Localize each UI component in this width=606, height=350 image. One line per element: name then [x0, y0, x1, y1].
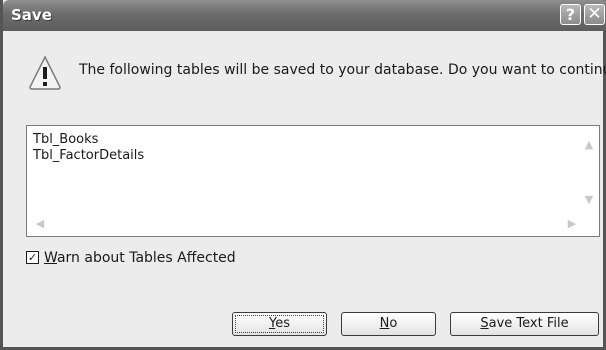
dialog-message: The following tables will be saved to yo… [79, 62, 606, 78]
help-button[interactable]: ? [560, 4, 581, 25]
dialog-title: Save [11, 6, 52, 24]
warning-icon [29, 55, 61, 90]
no-button[interactable]: No [341, 312, 436, 336]
scroll-left-icon[interactable]: ◀ [33, 217, 47, 231]
yes-button[interactable]: Yes [232, 312, 327, 336]
title-bar[interactable]: Save ? ✕ [3, 0, 606, 31]
warn-tables-checkbox[interactable]: ✓ [26, 251, 39, 264]
warn-tables-label[interactable]: Warn about Tables Affected [44, 250, 236, 266]
list-item[interactable]: Tbl_FactorDetails [33, 148, 144, 163]
tables-listbox[interactable]: Tbl_Books Tbl_FactorDetails ▲ ▼ ◀ ▶ [26, 125, 600, 237]
close-button[interactable]: ✕ [584, 4, 605, 25]
list-item[interactable]: Tbl_Books [33, 132, 98, 147]
scroll-right-icon[interactable]: ▶ [565, 217, 579, 231]
scroll-up-icon[interactable]: ▲ [582, 138, 596, 152]
save-dialog: Save ? ✕ The following tables will be sa… [0, 0, 606, 350]
scroll-down-icon[interactable]: ▼ [582, 193, 596, 207]
save-text-file-button[interactable]: Save Text File [450, 312, 599, 336]
